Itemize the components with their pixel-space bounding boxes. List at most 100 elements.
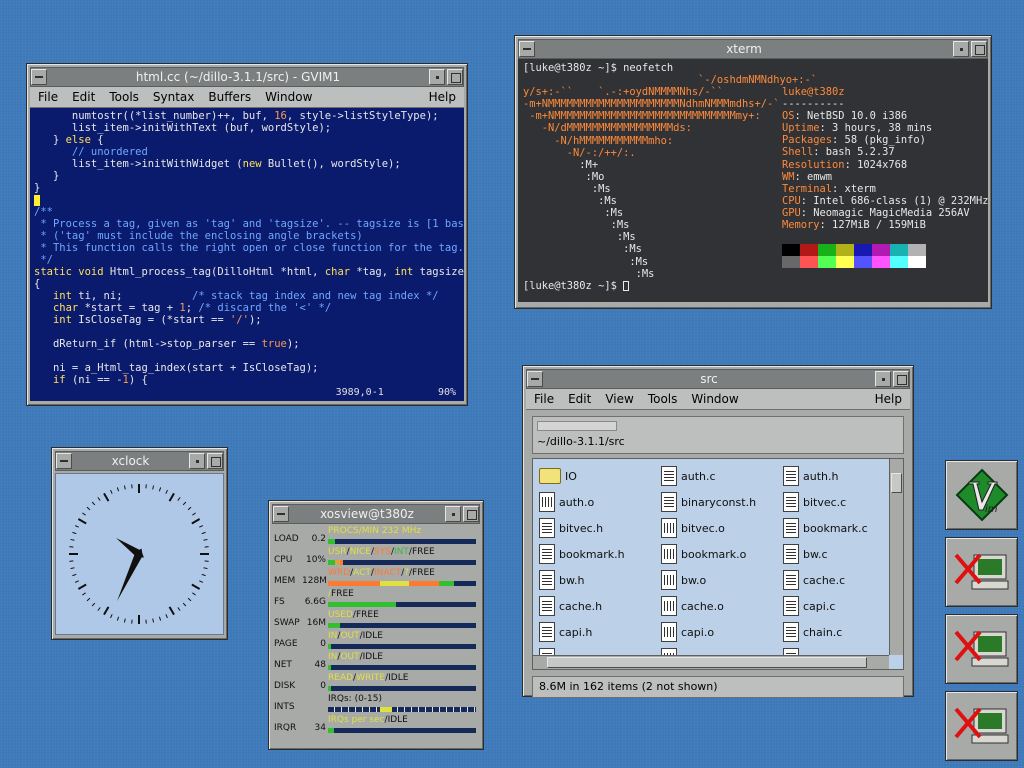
- menu-edit[interactable]: Edit: [72, 90, 95, 104]
- menu-file[interactable]: File: [534, 392, 554, 406]
- file-item[interactable]: cache.c: [783, 567, 903, 593]
- file-list[interactable]: IO auth.c auth.h auth.o binaryconst.h bitvec.…: [532, 458, 904, 670]
- maximize-button[interactable]: [971, 41, 987, 57]
- file-item[interactable]: IO: [539, 463, 661, 489]
- clock-tick: [82, 592, 86, 596]
- meter-row: DISK 0 READ/WRITE/IDLE: [274, 673, 478, 694]
- menu-help[interactable]: Help: [875, 392, 902, 406]
- clock-tick: [152, 618, 155, 623]
- clock-tick: [201, 573, 206, 577]
- meter-label: LOAD: [274, 534, 299, 544]
- file-item[interactable]: bw.h: [539, 567, 661, 593]
- path-button-bar[interactable]: [537, 421, 617, 431]
- maximize-button[interactable]: [447, 69, 463, 85]
- window-menu-button[interactable]: [31, 69, 47, 85]
- xosview-title: xosview@t380z: [320, 507, 414, 521]
- clock-tick: [177, 607, 181, 611]
- file-item[interactable]: auth.c: [661, 463, 783, 489]
- horizontal-scrollbar[interactable]: [533, 655, 889, 669]
- window-menu-button[interactable]: [56, 453, 72, 469]
- menu-tools[interactable]: Tools: [109, 90, 139, 104]
- minimize-button[interactable]: [953, 41, 969, 57]
- xterm-dock-icon[interactable]: [945, 537, 1018, 607]
- minimize-button[interactable]: [445, 506, 461, 522]
- file-item[interactable]: chain.c: [783, 619, 903, 645]
- file-item[interactable]: bookmark.c: [783, 515, 903, 541]
- meter-bar: [328, 707, 476, 712]
- window-menu-button[interactable]: [519, 41, 535, 57]
- maximize-button[interactable]: [207, 453, 223, 469]
- gvim-title: html.cc (~/dillo-3.1.1/src) - GVIM1: [135, 70, 341, 84]
- menu-window[interactable]: Window: [265, 90, 312, 104]
- clock-tick: [82, 512, 86, 516]
- file-item[interactable]: auth.o: [539, 489, 661, 515]
- gvim-titlebar[interactable]: html.cc (~/dillo-3.1.1/src) - GVIM1: [30, 67, 464, 87]
- maximize-button[interactable]: [463, 506, 479, 522]
- file-item[interactable]: cache.o: [661, 593, 783, 619]
- file-item[interactable]: bitvec.c: [783, 489, 903, 515]
- file-item[interactable]: bw.o: [661, 567, 783, 593]
- file-item[interactable]: capi.o: [661, 619, 783, 645]
- xterm-dock-icon[interactable]: [945, 614, 1018, 684]
- meter-segment: [328, 602, 397, 607]
- file-manager-window[interactable]: src File Edit View Tools Window Help ~/d…: [522, 365, 914, 698]
- gvim-code-area[interactable]: numtostr((*list_number)++, buf, 16, styl…: [30, 108, 464, 387]
- minimize-button[interactable]: [429, 69, 445, 85]
- vertical-scrollbar[interactable]: [889, 459, 903, 655]
- neofetch-key: Terminal: [782, 182, 833, 195]
- meter-caption-part: IN: [328, 631, 338, 641]
- xclock-titlebar[interactable]: xclock: [55, 451, 224, 471]
- menu-file[interactable]: File: [38, 90, 58, 104]
- xclock-window[interactable]: xclock: [51, 447, 228, 640]
- menu-buffers[interactable]: Buffers: [208, 90, 251, 104]
- meter-caption-part: IRQs: (0-15): [328, 694, 383, 704]
- meter-bar: [328, 602, 476, 607]
- maximize-button[interactable]: [893, 371, 909, 387]
- file-item[interactable]: bw.c: [783, 541, 903, 567]
- gvim-window[interactable]: html.cc (~/dillo-3.1.1/src) - GVIM1 File…: [26, 63, 468, 406]
- clock-tick: [123, 485, 126, 490]
- file-manager-titlebar[interactable]: src: [526, 369, 910, 389]
- palette-swatch: [836, 244, 854, 257]
- xosview-window[interactable]: xosview@t380z LOAD 0.2 PROCS/MIN 232 MHz CP…: [268, 500, 484, 750]
- scroll-thumb[interactable]: [547, 657, 867, 668]
- menu-edit[interactable]: Edit: [568, 392, 591, 406]
- meter-label: PAGE: [274, 639, 298, 649]
- meter-segment: [339, 560, 343, 565]
- file-item[interactable]: bitvec.o: [661, 515, 783, 541]
- file-item[interactable]: cache.h: [539, 593, 661, 619]
- gvim-menubar: File Edit Tools Syntax Buffers Window He…: [30, 87, 464, 108]
- menu-tools[interactable]: Tools: [648, 392, 678, 406]
- meter-segment: [328, 665, 331, 670]
- file-item[interactable]: capi.c: [783, 593, 903, 619]
- terminal-area[interactable]: [luke@t380z ~]$ neofetch `-/oshdmNMNdhyo…: [518, 59, 988, 302]
- clock-tick: [116, 487, 120, 492]
- file-item[interactable]: bookmark.h: [539, 541, 661, 567]
- menu-help[interactable]: Help: [429, 90, 456, 104]
- scroll-thumb[interactable]: [891, 473, 902, 493]
- file-item[interactable]: bitvec.h: [539, 515, 661, 541]
- menu-view[interactable]: View: [605, 392, 633, 406]
- location-bar[interactable]: ~/dillo-3.1.1/src: [532, 416, 904, 454]
- menu-syntax[interactable]: Syntax: [153, 90, 194, 104]
- window-menu-button[interactable]: [527, 371, 543, 387]
- minimize-button[interactable]: [189, 453, 205, 469]
- xterm-dock-icon[interactable]: [945, 691, 1018, 761]
- meter-label: SWAP: [274, 618, 300, 628]
- meter-row: SWAP 16M USED/FREE: [274, 610, 478, 631]
- menu-window[interactable]: Window: [691, 392, 738, 406]
- xosview-titlebar[interactable]: xosview@t380z: [272, 504, 480, 524]
- xterm-window[interactable]: xterm [luke@t380z ~]$ neofetch `-/oshdmN…: [514, 35, 992, 309]
- file-item[interactable]: binaryconst.h: [661, 489, 783, 515]
- window-menu-button[interactable]: [273, 506, 289, 522]
- file-item[interactable]: capi.h: [539, 619, 661, 645]
- meter-caption-part: USED: [328, 610, 353, 620]
- file-item[interactable]: bookmark.o: [661, 541, 783, 567]
- vim-dock-icon[interactable]: im: [945, 460, 1018, 530]
- meter: READ/WRITE/IDLE: [328, 673, 478, 694]
- file-item[interactable]: auth.h: [783, 463, 903, 489]
- meter-label: FS: [274, 597, 285, 607]
- current-path[interactable]: ~/dillo-3.1.1/src: [537, 435, 899, 448]
- minimize-button[interactable]: [875, 371, 891, 387]
- xterm-titlebar[interactable]: xterm: [518, 39, 988, 59]
